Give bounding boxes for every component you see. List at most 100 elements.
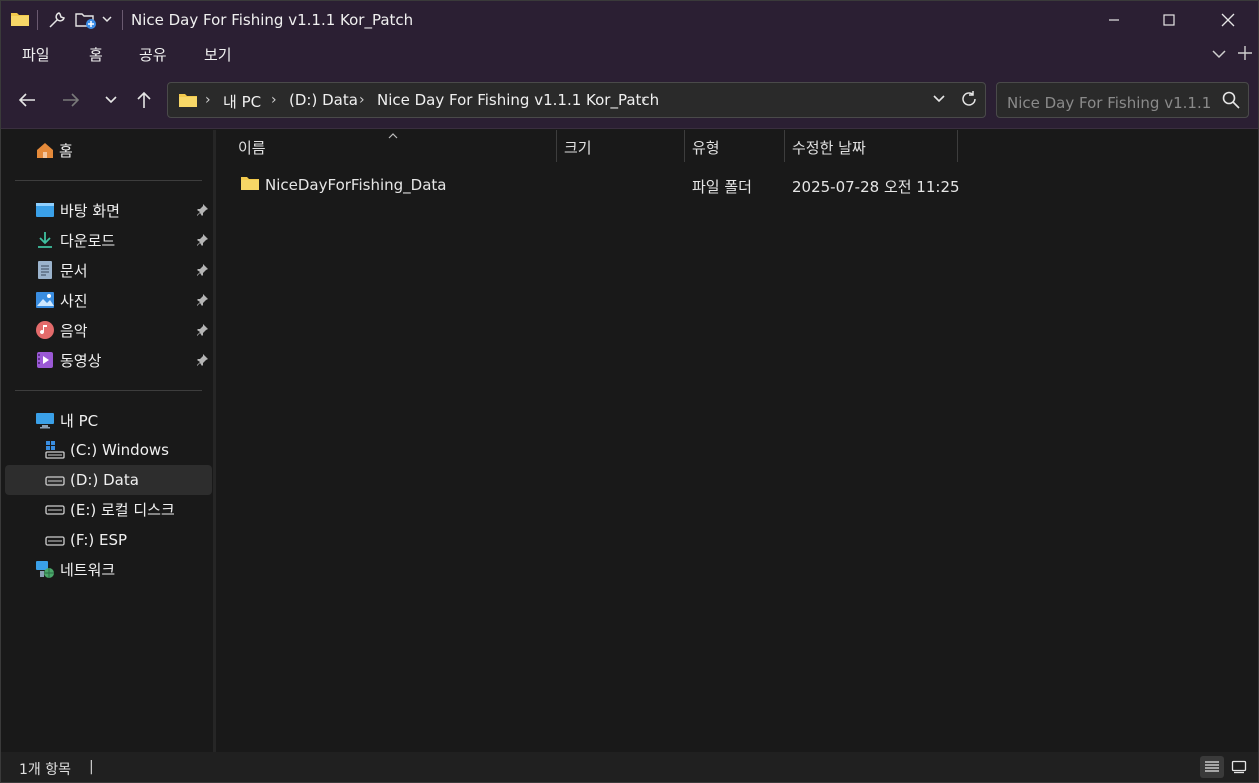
- sidebar-item-this-pc[interactable]: 내 PC: [5, 405, 212, 435]
- sidebar-label: 사진: [60, 291, 88, 310]
- address-bar[interactable]: › 내 PC › (D:) Data › Nice Day For Fishin…: [167, 82, 986, 118]
- file-explorer-window: Nice Day For Fishing v1.1.1 Kor_Patch 파일…: [0, 0, 1259, 783]
- navigation-pane: 홈 바탕 화면 다운로드 문서 사진 음악 동영상 내 PC (C:) Wind…: [1, 130, 213, 752]
- document-icon: [35, 260, 55, 280]
- expand-ribbon-icon[interactable]: [1211, 48, 1227, 64]
- video-icon: [35, 350, 55, 370]
- network-icon: [35, 559, 55, 579]
- column-divider[interactable]: [784, 130, 785, 162]
- chevron-right-icon[interactable]: ›: [359, 92, 365, 108]
- address-history-dropdown-icon[interactable]: [932, 92, 946, 110]
- breadcrumb-current-folder[interactable]: Nice Day For Fishing v1.1.1 Kor_Patch: [377, 91, 659, 109]
- sidebar-label: (C:) Windows: [70, 441, 169, 459]
- properties-icon[interactable]: [47, 10, 67, 30]
- menu-home[interactable]: 홈: [89, 44, 103, 65]
- sidebar-label: (F:) ESP: [70, 531, 128, 549]
- tiles-view-button[interactable]: [1227, 756, 1251, 778]
- status-bar: 1개 항목 |: [1, 752, 1258, 782]
- home-icon: [35, 140, 55, 160]
- divider: [37, 10, 38, 30]
- new-folder-icon[interactable]: [75, 10, 97, 30]
- desktop-icon: [35, 200, 55, 220]
- drive-icon: [45, 470, 65, 490]
- chevron-down-icon[interactable]: [101, 13, 113, 25]
- computer-icon: [35, 410, 55, 430]
- minimize-button[interactable]: [1084, 1, 1144, 39]
- ribbon-menu-bar: 파일 홈 공유 보기: [1, 39, 1258, 71]
- status-separator: |: [89, 759, 94, 775]
- sidebar-label: 바탕 화면: [60, 201, 120, 220]
- maximize-button[interactable]: [1139, 1, 1199, 39]
- search-icon[interactable]: [1222, 91, 1240, 113]
- column-header-size[interactable]: 크기: [564, 137, 592, 158]
- back-button[interactable]: [14, 87, 40, 113]
- close-button[interactable]: [1198, 1, 1258, 39]
- chevron-right-icon[interactable]: ›: [271, 92, 277, 108]
- sidebar-item-music[interactable]: 음악: [5, 315, 212, 345]
- folder-app-icon: [10, 10, 30, 28]
- pin-icon[interactable]: [195, 353, 209, 367]
- column-header-type[interactable]: 유형: [692, 137, 720, 158]
- column-divider[interactable]: [957, 130, 958, 162]
- sidebar-item-pictures[interactable]: 사진: [5, 285, 212, 315]
- column-divider[interactable]: [556, 130, 557, 162]
- add-tab-icon[interactable]: [1237, 45, 1253, 65]
- sidebar-label: 네트워크: [60, 560, 116, 579]
- refresh-icon[interactable]: [960, 90, 978, 112]
- windows-drive-icon: [45, 440, 65, 460]
- drive-icon: [45, 530, 65, 550]
- file-name[interactable]: NiceDayForFishing_Data: [265, 176, 446, 194]
- sidebar-item-videos[interactable]: 동영상: [5, 345, 212, 375]
- pictures-icon: [35, 290, 55, 310]
- file-type: 파일 폴더: [692, 178, 752, 196]
- title-bar: Nice Day For Fishing v1.1.1 Kor_Patch: [1, 1, 1258, 39]
- menu-view[interactable]: 보기: [204, 44, 232, 65]
- menu-file[interactable]: 파일: [22, 44, 50, 65]
- search-placeholder: Nice Day For Fishing v1.1.1 Kor_Patch 검색: [1007, 94, 1217, 112]
- pin-icon[interactable]: [195, 293, 209, 307]
- music-icon: [35, 320, 55, 340]
- details-view-button[interactable]: [1200, 756, 1224, 778]
- sidebar-item-downloads[interactable]: 다운로드: [5, 225, 212, 255]
- sort-ascending-icon: [388, 128, 398, 144]
- breadcrumb-this-pc[interactable]: 내 PC: [223, 91, 261, 112]
- sidebar-label: 동영상: [60, 351, 102, 370]
- sidebar-label: 내 PC: [60, 411, 99, 430]
- sidebar-item-network[interactable]: 네트워크: [5, 554, 212, 584]
- up-button[interactable]: [131, 87, 157, 113]
- divider: [15, 180, 202, 181]
- window-title: Nice Day For Fishing v1.1.1 Kor_Patch: [131, 11, 414, 29]
- column-divider[interactable]: [684, 130, 685, 162]
- download-icon: [35, 230, 55, 250]
- chevron-right-icon[interactable]: ›: [641, 92, 647, 108]
- menu-share[interactable]: 공유: [139, 44, 167, 65]
- sidebar-item-drive-d[interactable]: (D:) Data: [5, 465, 212, 495]
- pin-icon[interactable]: [195, 203, 209, 217]
- file-list: 이름 크기 유형 수정한 날짜 NiceDayForFishing_Data 파…: [216, 130, 1258, 752]
- item-count: 1개 항목: [19, 762, 71, 778]
- column-header-modified[interactable]: 수정한 날짜: [792, 137, 866, 158]
- pin-icon[interactable]: [195, 263, 209, 277]
- folder-icon: [240, 174, 260, 196]
- sidebar-label: (E:) 로컬 디스크: [70, 500, 175, 519]
- sidebar-item-drive-e[interactable]: (E:) 로컬 디스크: [5, 494, 212, 524]
- sidebar-item-drive-f[interactable]: (F:) ESP: [5, 525, 212, 555]
- search-box[interactable]: Nice Day For Fishing v1.1.1 Kor_Patch 검색: [996, 82, 1249, 118]
- pin-icon[interactable]: [195, 233, 209, 247]
- column-header-name[interactable]: 이름: [238, 137, 266, 158]
- sidebar-label: (D:) Data: [70, 471, 139, 489]
- file-modified: 2025-07-28 오전 11:25: [792, 178, 960, 196]
- sidebar-item-home[interactable]: 홈: [5, 135, 212, 165]
- sidebar-label: 음악: [60, 321, 88, 340]
- chevron-right-icon[interactable]: ›: [205, 92, 211, 108]
- folder-icon: [178, 91, 198, 113]
- sidebar-label: 문서: [60, 261, 88, 280]
- forward-button[interactable]: [58, 87, 84, 113]
- sidebar-item-documents[interactable]: 문서: [5, 255, 212, 285]
- sidebar-item-desktop[interactable]: 바탕 화면: [5, 195, 212, 225]
- sidebar-item-drive-c[interactable]: (C:) Windows: [5, 435, 212, 465]
- pin-icon[interactable]: [195, 323, 209, 337]
- recent-locations-button[interactable]: [98, 87, 124, 113]
- sidebar-label: 다운로드: [60, 231, 116, 250]
- breadcrumb-drive-d[interactable]: (D:) Data: [289, 91, 358, 109]
